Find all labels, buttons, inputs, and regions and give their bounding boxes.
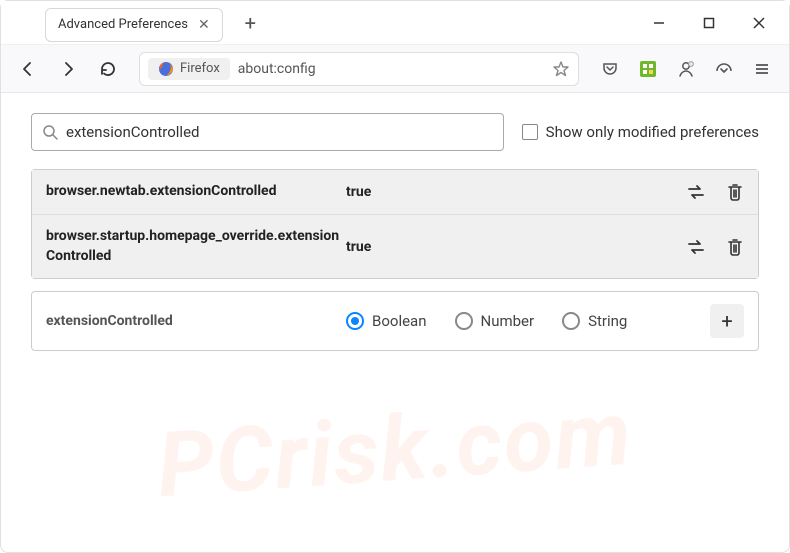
pref-name: browser.startup.homepage_override.extens… xyxy=(46,227,346,266)
delete-icon[interactable] xyxy=(726,237,744,257)
pref-actions xyxy=(686,182,744,202)
delete-icon[interactable] xyxy=(726,182,744,202)
pref-row[interactable]: browser.startup.homepage_override.extens… xyxy=(32,214,758,278)
search-icon xyxy=(42,124,58,140)
type-radio-group: Boolean Number String xyxy=(346,312,710,330)
toolbar-right xyxy=(593,52,779,86)
pref-actions xyxy=(686,237,744,257)
about-config-content: Show only modified preferences browser.n… xyxy=(1,93,789,371)
back-button[interactable] xyxy=(11,52,45,86)
checkbox-label: Show only modified preferences xyxy=(546,123,759,141)
checkbox-icon[interactable] xyxy=(522,124,538,140)
radio-string[interactable]: String xyxy=(562,312,627,330)
firefox-logo-icon xyxy=(158,61,174,77)
tab-title: Advanced Preferences xyxy=(58,17,188,32)
new-pref-row: extensionControlled Boolean Number Strin… xyxy=(31,291,759,351)
maximize-button[interactable] xyxy=(687,7,731,39)
search-row: Show only modified preferences xyxy=(31,113,759,151)
radio-number[interactable]: Number xyxy=(455,312,535,330)
window-controls xyxy=(637,7,789,39)
firefox-label: Firefox xyxy=(180,61,220,76)
radio-label: Boolean xyxy=(372,312,427,330)
pref-value: true xyxy=(346,239,686,255)
show-modified-checkbox[interactable]: Show only modified preferences xyxy=(522,123,759,141)
toggle-icon[interactable] xyxy=(686,237,706,257)
reload-button[interactable] xyxy=(91,52,125,86)
pref-value: true xyxy=(346,184,686,200)
pref-name: browser.newtab.extensionControlled xyxy=(46,182,346,202)
menu-icon[interactable] xyxy=(745,52,779,86)
account-icon[interactable] xyxy=(669,52,703,86)
pocket-icon[interactable] xyxy=(593,52,627,86)
radio-icon[interactable] xyxy=(346,312,364,330)
browser-toolbar: Firefox about:config xyxy=(1,45,789,93)
title-bar: Advanced Preferences ✕ + xyxy=(1,1,789,45)
radio-label: String xyxy=(588,312,627,330)
firefox-badge: Firefox xyxy=(148,58,230,80)
browser-tab[interactable]: Advanced Preferences ✕ xyxy=(45,8,223,42)
url-text: about:config xyxy=(238,61,544,77)
preferences-table: browser.newtab.extensionControlled true … xyxy=(31,169,759,279)
radio-label: Number xyxy=(481,312,535,330)
pref-row[interactable]: browser.newtab.extensionControlled true xyxy=(32,170,758,214)
new-tab-button[interactable]: + xyxy=(237,7,264,39)
minimize-button[interactable] xyxy=(637,7,681,39)
toggle-icon[interactable] xyxy=(686,182,706,202)
new-pref-name: extensionControlled xyxy=(46,313,346,329)
radio-icon[interactable] xyxy=(562,312,580,330)
overflow-icon[interactable] xyxy=(707,52,741,86)
radio-icon[interactable] xyxy=(455,312,473,330)
extension-icon[interactable] xyxy=(631,52,665,86)
close-window-button[interactable] xyxy=(737,7,781,39)
close-tab-icon[interactable]: ✕ xyxy=(198,17,210,33)
bookmark-star-icon[interactable] xyxy=(552,60,570,78)
forward-button[interactable] xyxy=(51,52,85,86)
search-box[interactable] xyxy=(31,113,504,151)
watermark: PCrisk.com xyxy=(154,381,636,519)
url-bar[interactable]: Firefox about:config xyxy=(139,52,579,86)
radio-boolean[interactable]: Boolean xyxy=(346,312,427,330)
search-input[interactable] xyxy=(66,123,493,141)
add-pref-button[interactable]: + xyxy=(710,304,744,338)
